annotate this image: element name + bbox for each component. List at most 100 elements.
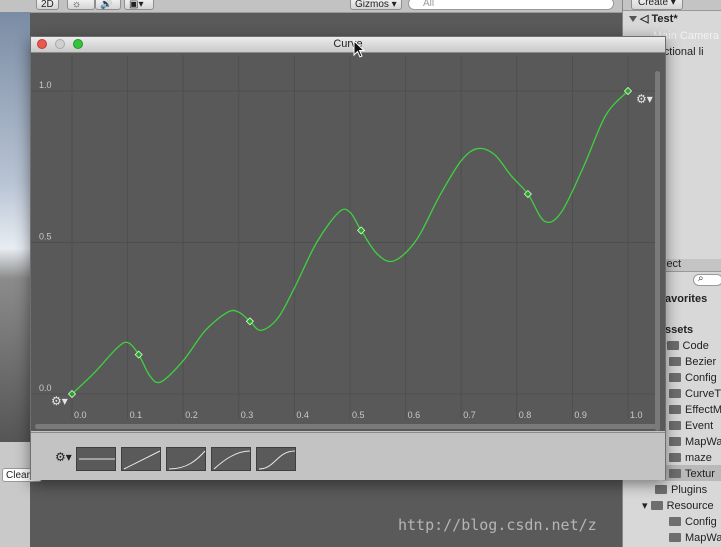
preset-curve-icon xyxy=(79,458,115,460)
preset-curve-line xyxy=(168,450,206,470)
main-toolbar: 2D ☼ 🔊 ▣▾ Gizmos ▾ All xyxy=(0,0,721,13)
folder-icon xyxy=(669,533,681,542)
folder-icon xyxy=(669,373,681,382)
folder-item[interactable]: CurveT xyxy=(669,387,721,401)
folder-item[interactable]: maze xyxy=(669,451,712,465)
expand-arrow-icon: ▾ xyxy=(642,500,648,512)
scene-view[interactable] xyxy=(0,12,30,442)
gizmos-dropdown[interactable]: Gizmos ▾ xyxy=(350,0,402,10)
folder-label: Plugins xyxy=(671,484,708,496)
folder-item[interactable]: EffectM xyxy=(669,403,721,417)
folder-item[interactable]: Config xyxy=(669,371,717,385)
window-title: Curve xyxy=(333,38,363,50)
curve-chart[interactable]: 0.0 0.1 0.2 0.3 0.4 0.5 0.6 0.7 0.8 0.9 1.0 1.0 0.5 0… xyxy=(31,53,665,431)
folder-item[interactable]: MapWa xyxy=(669,531,721,545)
folder-item[interactable]: Bezier xyxy=(669,355,716,369)
presets-gear-icon[interactable]: ⚙▾ xyxy=(55,451,72,463)
folder-label: EffectM xyxy=(685,404,721,416)
folder-icon xyxy=(669,469,681,478)
folder-label: Resource xyxy=(666,500,714,512)
x-tick-label: 0.1 xyxy=(130,410,143,420)
sun-icon: ☼ xyxy=(72,0,82,10)
folder-icon xyxy=(655,485,667,494)
hierarchy-header: Create ▾ xyxy=(623,0,721,11)
scene-root-item[interactable]: ◁ Test* xyxy=(629,12,678,26)
folder-label: Config xyxy=(685,372,717,384)
folder-label: Code xyxy=(682,340,709,352)
console-panel xyxy=(0,442,30,547)
folder-icon xyxy=(669,357,681,366)
folder-resources[interactable]: ▾ Resource xyxy=(642,499,714,513)
folder-label: Bezier xyxy=(685,356,717,368)
horizontal-scrollbar[interactable] xyxy=(35,424,659,429)
x-tick-label: 0.0 xyxy=(74,410,87,420)
folder-item[interactable]: MapWa xyxy=(669,435,721,449)
speaker-icon: 🔊 xyxy=(100,0,113,10)
folder-icon xyxy=(669,437,681,446)
preset-curve-line xyxy=(213,450,251,470)
folder-label: Event xyxy=(685,420,714,432)
y-tick-label: 1.0 xyxy=(39,80,52,90)
curve-editor-window: Curve 0.0 0.1 0.2 0.3 0.4 0.5 0.6 0.7 0.8 0.9 1.0 1… xyxy=(30,36,666,480)
folder-icon xyxy=(669,405,681,414)
folder-icon xyxy=(650,501,663,510)
y-tick-label: 0.5 xyxy=(39,232,52,242)
preset-linear-button[interactable] xyxy=(121,447,161,471)
key-settings-gear-icon[interactable]: ⚙▾ xyxy=(636,93,653,105)
preset-ease-out-button[interactable] xyxy=(211,447,251,471)
folder-label: MapWa xyxy=(685,436,721,448)
x-tick-label: 0.4 xyxy=(296,410,309,420)
folder-code[interactable]: ▾Code xyxy=(661,339,709,353)
preset-ease-in-out-button[interactable] xyxy=(256,447,296,471)
lighting-toggle-button[interactable]: ☼ xyxy=(67,0,95,10)
folder-item-selected[interactable]: Textur xyxy=(669,467,715,481)
folder-icon xyxy=(669,421,681,430)
preset-curve-icon xyxy=(213,450,251,470)
x-tick-label: 0.7 xyxy=(463,410,476,420)
project-search-input[interactable]: ⌕ xyxy=(693,273,721,286)
preset-ease-in-button[interactable] xyxy=(166,447,206,471)
preset-curve-icon xyxy=(123,450,161,470)
vertical-scrollbar[interactable] xyxy=(655,71,660,431)
x-tick-label: 0.9 xyxy=(574,410,587,420)
folder-item[interactable]: Event xyxy=(669,419,713,433)
preset-constant-button[interactable] xyxy=(76,447,116,471)
scene-name: Test* xyxy=(651,13,678,25)
scene-search-input[interactable]: All xyxy=(408,0,614,10)
folder-label: CurveT xyxy=(685,388,721,400)
x-tick-label: 0.5 xyxy=(352,410,365,420)
search-icon: ⌕ xyxy=(698,273,704,284)
folder-label: maze xyxy=(685,452,712,464)
audio-toggle-button[interactable]: 🔊 xyxy=(95,0,121,10)
curve-presets-bar: ⚙▾ xyxy=(31,432,665,480)
preset-curve-icon xyxy=(168,450,206,470)
folder-label: MapWa xyxy=(685,532,721,544)
image-icon: ▣▾ xyxy=(129,0,144,10)
x-tick-label: 0.8 xyxy=(519,410,532,420)
folder-label: Config xyxy=(685,516,717,528)
folder-icon xyxy=(669,389,681,398)
create-label: Create xyxy=(638,0,669,8)
expand-arrow-icon xyxy=(629,16,637,22)
gizmos-label: Gizmos xyxy=(355,0,389,10)
effects-toggle-button[interactable]: ▣▾ xyxy=(124,0,154,10)
preset-curve-line xyxy=(123,450,161,470)
project-tab-label: ject xyxy=(664,258,682,270)
folder-plugins[interactable]: Plugins xyxy=(655,483,707,497)
folder-icon xyxy=(669,517,681,526)
window-titlebar[interactable]: Curve xyxy=(31,37,665,53)
folder-item[interactable]: Config xyxy=(669,515,717,529)
preset-curve-line xyxy=(258,450,296,470)
x-tick-label: 0.2 xyxy=(185,410,198,420)
assets-header[interactable]: ssets xyxy=(665,323,693,337)
create-button[interactable]: Create ▾ xyxy=(631,0,683,10)
x-tick-label: 1.0 xyxy=(630,410,643,420)
folder-label: Textur xyxy=(685,468,715,480)
start-settings-gear-icon[interactable]: ⚙▾ xyxy=(51,395,68,407)
x-tick-label: 0.3 xyxy=(241,410,254,420)
curve-key-point[interactable] xyxy=(357,226,366,235)
2d-toggle-button[interactable]: 2D xyxy=(36,0,59,10)
project-tab[interactable]: ject xyxy=(663,258,721,272)
curve-plot-area[interactable]: 0.0 0.1 0.2 0.3 0.4 0.5 0.6 0.7 0.8 0.9 1.0 1.0 0.5 0… xyxy=(31,53,665,431)
favorites-header[interactable]: avorites xyxy=(665,292,707,306)
